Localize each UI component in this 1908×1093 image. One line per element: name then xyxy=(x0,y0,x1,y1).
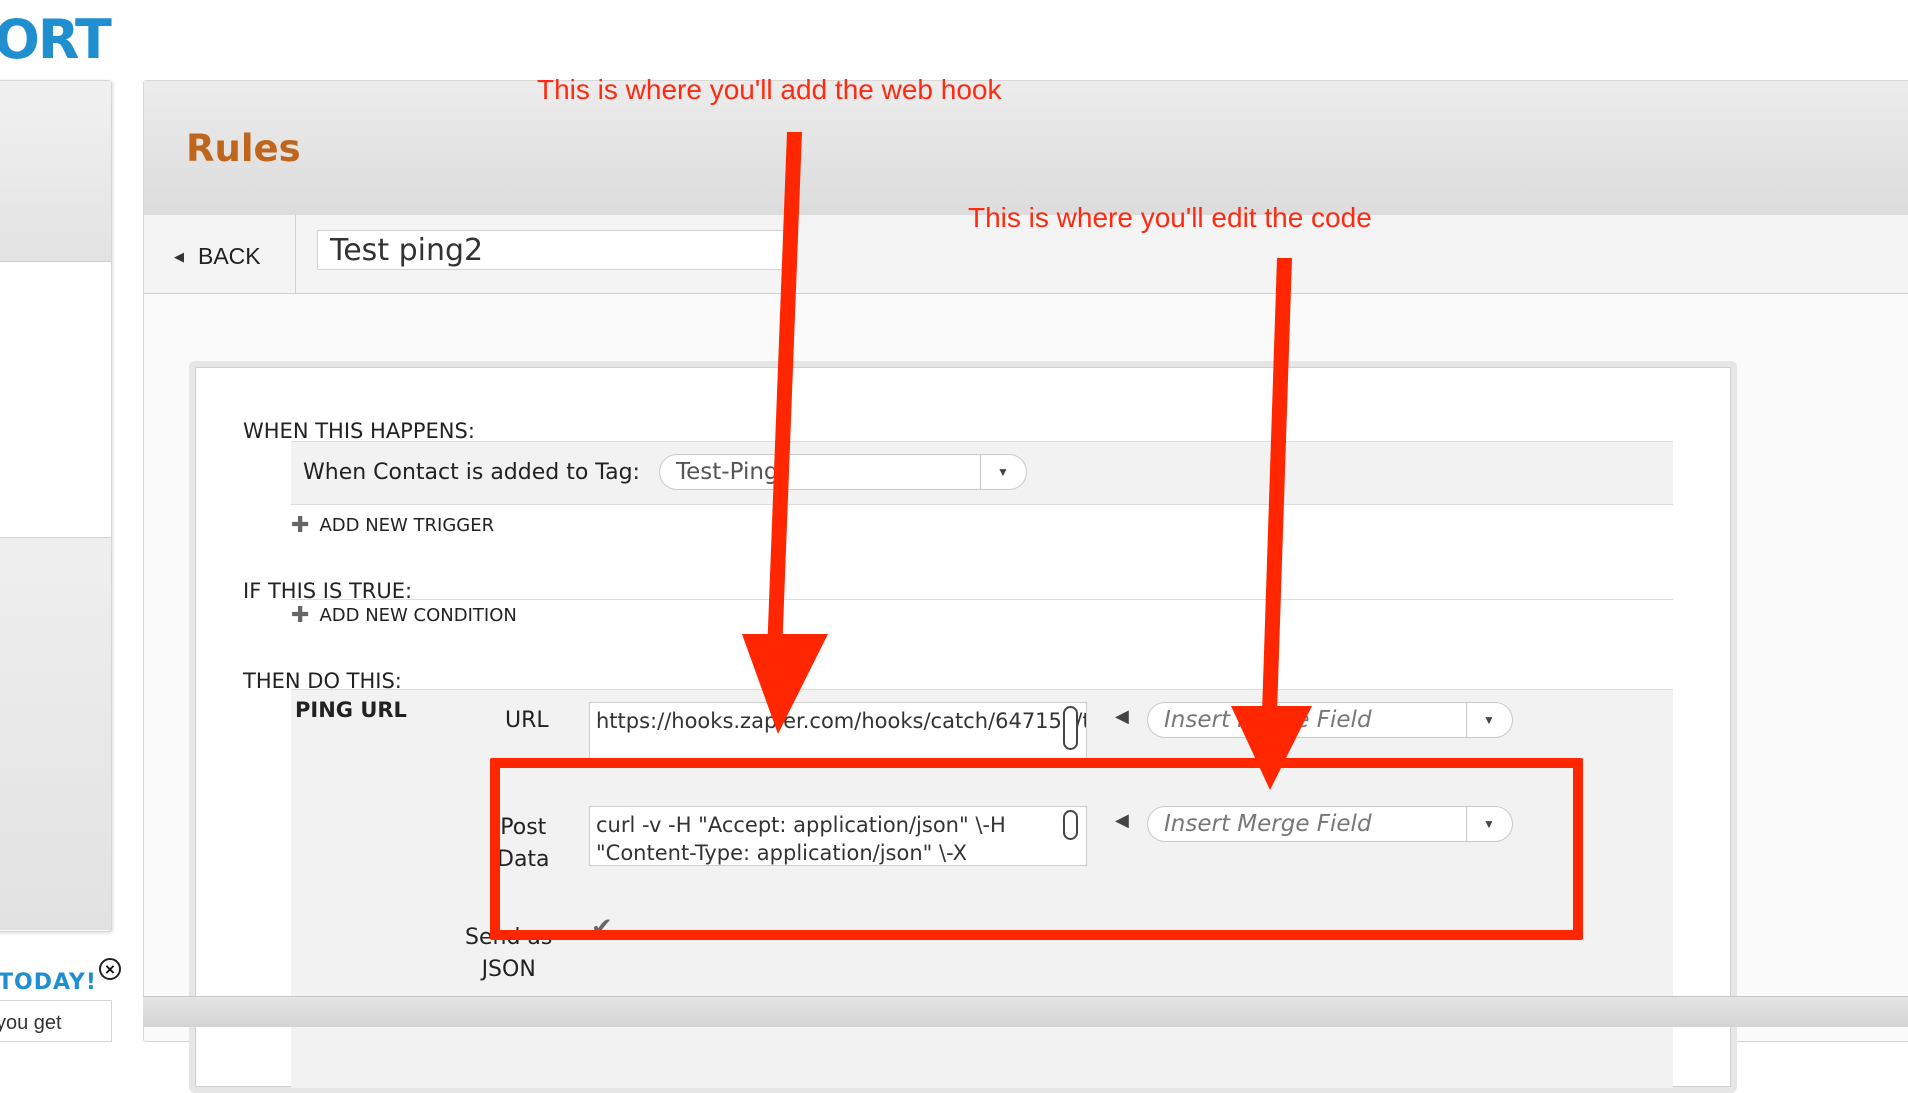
code-arrow xyxy=(1231,258,1312,790)
annotation-arrows xyxy=(742,132,1312,790)
webhook-arrow xyxy=(742,132,828,734)
